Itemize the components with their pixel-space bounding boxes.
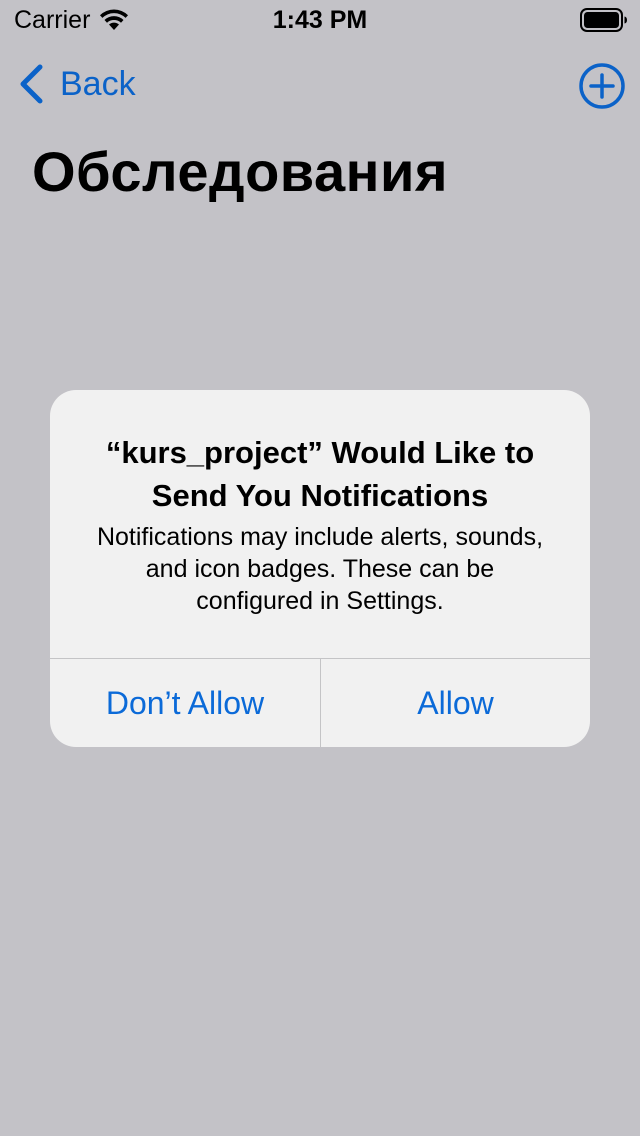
alert-title: “kurs_project” Would Like to Send You No…	[105, 435, 535, 513]
battery-icon	[580, 8, 628, 32]
alert-message: Notifications may include alerts, sounds…	[96, 523, 544, 615]
status-time: 1:43 PM	[272, 6, 368, 34]
status-bar: Carrier 1:43 PM	[0, 0, 640, 40]
notification-permission-alert: “kurs_project” Would Like to Send You No…	[50, 390, 590, 747]
alert-content: “kurs_project” Would Like to Send You No…	[50, 390, 590, 658]
back-label: Back	[60, 65, 136, 103]
plus-circle-icon	[579, 63, 625, 109]
dont-allow-button[interactable]: Don’t Allow	[50, 659, 320, 747]
chevron-left-icon	[18, 64, 44, 104]
add-button[interactable]	[578, 62, 626, 110]
allow-button[interactable]: Allow	[321, 659, 590, 747]
page-title: Обследования	[32, 140, 449, 203]
back-button[interactable]: Back	[18, 62, 136, 106]
